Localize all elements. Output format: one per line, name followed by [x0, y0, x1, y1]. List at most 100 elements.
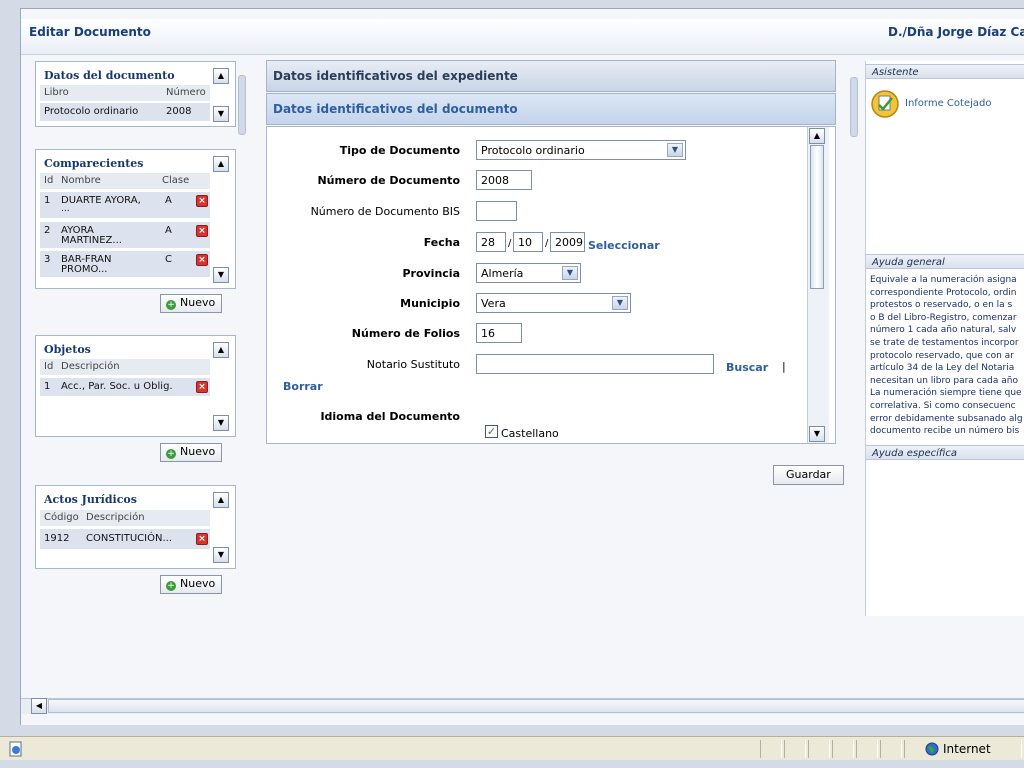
- grid-header: Libro Número: [40, 85, 210, 101]
- cell-nombre-cont: ...: [61, 204, 70, 214]
- actos-title: Actos Jurídicos: [44, 493, 137, 506]
- col-descripcion: Descripción: [86, 512, 145, 523]
- help-line: correlativa. Si como consecuenc: [870, 400, 1016, 411]
- datos-documento-title: Datos del documento: [44, 69, 175, 82]
- col-codigo: Código: [44, 512, 79, 523]
- help-line: o B del Libro-Registro, comenzar: [870, 312, 1017, 323]
- seleccionar-link[interactable]: Seleccionar: [588, 239, 660, 252]
- scroll-up-button[interactable]: ▲: [213, 342, 229, 358]
- horizontal-scroll-thumb[interactable]: [48, 699, 1024, 713]
- cell-id: 3: [44, 254, 51, 265]
- app-frame: Editar Documento D./Dña Jorge Díaz Ca Da…: [20, 8, 1024, 725]
- status-cell: [784, 740, 806, 758]
- documento-section-header[interactable]: Datos identificativos del documento: [266, 93, 836, 125]
- cell-numero: 2008: [166, 106, 192, 117]
- scroll-up-button[interactable]: ▲: [213, 492, 229, 508]
- col-numero: Número: [166, 87, 206, 98]
- provincia-select[interactable]: Almería ▼: [476, 263, 581, 283]
- table-row[interactable]: 1912 CONSTITUCIÓN... ×: [40, 529, 210, 549]
- browser-status-bar: Internet: [0, 736, 1024, 760]
- table-row[interactable]: 2 AYORA MARTINEZ... A ×: [40, 222, 210, 248]
- notario-input[interactable]: [476, 354, 714, 374]
- help-line: La numeración siempre tiene que: [870, 388, 1022, 399]
- scroll-down-button[interactable]: ▼: [213, 267, 229, 283]
- numero-documento-input[interactable]: 2008: [476, 170, 532, 190]
- cell-nombre-cont: PROMO...: [61, 264, 108, 275]
- guardar-button[interactable]: Guardar: [773, 465, 844, 485]
- help-line: se trate de testamentos incorpor: [870, 337, 1019, 348]
- col-id: Id: [44, 361, 54, 372]
- help-line: protocolo reservado, que con ar: [870, 350, 1014, 361]
- delete-icon[interactable]: ×: [196, 533, 208, 545]
- informe-cotejado-item[interactable]: Informe Cotejado: [870, 89, 1020, 119]
- check-document-icon: [871, 90, 899, 118]
- help-line: documento recibe un número bis: [870, 426, 1020, 437]
- form-scroll-down-button[interactable]: ▼: [809, 426, 825, 442]
- help-line: correspondiente Protocolo, ordin: [870, 287, 1017, 298]
- globe-icon: [925, 742, 939, 756]
- fecha-dia-input[interactable]: 28: [476, 232, 506, 252]
- cell-id: 1: [44, 381, 51, 392]
- fecha-separator: /: [508, 238, 512, 249]
- scroll-down-button[interactable]: ▼: [213, 415, 229, 431]
- user-name: D./Dña Jorge Díaz Ca: [888, 25, 1024, 39]
- cell-clase: A: [165, 195, 172, 206]
- scroll-down-button[interactable]: ▼: [213, 547, 229, 563]
- table-row[interactable]: 1 Acc., Par. Soc. u Oblig. ×: [40, 378, 210, 396]
- actos-panel: Actos Jurídicos ▲ Código Descripción 191…: [35, 485, 236, 569]
- grid-header: Id Nombre Clase: [40, 173, 210, 189]
- chevron-down-icon: ▼: [612, 296, 628, 310]
- cell-descripcion: Acc., Par. Soc. u Oblig.: [61, 381, 173, 392]
- table-row[interactable]: Protocolo ordinario 2008: [40, 103, 210, 121]
- status-cell: [856, 740, 878, 758]
- objetos-title: Objetos: [44, 343, 91, 356]
- link-separator: |: [782, 360, 786, 373]
- top-bar: [21, 19, 1024, 55]
- municipio-select[interactable]: Vera ▼: [476, 293, 631, 313]
- delete-icon[interactable]: ×: [196, 381, 208, 393]
- nuevo-objeto-button[interactable]: + Nuevo: [160, 443, 223, 462]
- expediente-section-header[interactable]: Datos identificativos del expediente: [266, 60, 836, 92]
- status-cell: [808, 740, 830, 758]
- delete-icon[interactable]: ×: [196, 195, 208, 207]
- borrar-link[interactable]: Borrar: [283, 380, 323, 393]
- table-row[interactable]: 1 DUARTE AYORA, ... A ×: [40, 192, 210, 218]
- scroll-left-button[interactable]: ◀: [31, 698, 47, 714]
- nuevo-label: Nuevo: [180, 445, 216, 458]
- folios-input[interactable]: 16: [476, 323, 522, 343]
- idioma-label: Idioma del Documento: [320, 410, 460, 423]
- numero-bis-input[interactable]: [476, 201, 517, 221]
- scroll-down-button[interactable]: ▼: [213, 106, 229, 122]
- ayuda-especifica-header: Ayuda específica: [866, 445, 1024, 460]
- tipo-documento-select[interactable]: Protocolo ordinario ▼: [476, 140, 686, 160]
- fecha-anio-input[interactable]: 2009: [550, 232, 585, 252]
- add-icon: +: [166, 581, 176, 591]
- nuevo-acto-button[interactable]: + Nuevo: [160, 575, 223, 594]
- delete-icon[interactable]: ×: [196, 225, 208, 237]
- nuevo-compareciente-button[interactable]: + Nuevo: [160, 294, 223, 313]
- delete-icon[interactable]: ×: [196, 254, 208, 266]
- form-scroll-up-button[interactable]: ▲: [809, 128, 825, 144]
- datos-documento-panel: Datos del documento ▲ Libro Número Proto…: [35, 61, 236, 127]
- numero-documento-label: Número de Documento: [317, 174, 460, 187]
- right-splitter-handle[interactable]: [850, 77, 858, 137]
- page-icon: [9, 741, 22, 757]
- fecha-separator: /: [545, 238, 549, 249]
- castellano-checkbox[interactable]: ✓: [485, 425, 498, 438]
- help-line: número 1 cada año natural, salv: [870, 325, 1017, 336]
- provincia-value: Almería: [481, 267, 524, 280]
- table-row[interactable]: 3 BAR-FRAN PROMO... C ×: [40, 251, 210, 277]
- help-line: Equivale a la numeración asigna: [870, 275, 1017, 285]
- nuevo-label: Nuevo: [180, 577, 216, 590]
- add-icon: +: [166, 449, 176, 459]
- scroll-up-button[interactable]: ▲: [213, 68, 229, 84]
- comparecientes-panel: Comparecientes ▲ Id Nombre Clase 1 DUART…: [35, 149, 236, 289]
- cell-clase: A: [165, 225, 172, 236]
- tipo-documento-value: Protocolo ordinario: [481, 144, 585, 157]
- scroll-up-button[interactable]: ▲: [213, 156, 229, 172]
- ayuda-general-header: Ayuda general: [866, 254, 1024, 269]
- form-scroll-thumb[interactable]: [810, 145, 824, 289]
- fecha-mes-input[interactable]: 10: [513, 232, 543, 252]
- buscar-link[interactable]: Buscar: [726, 361, 768, 374]
- left-splitter-handle[interactable]: [238, 75, 246, 135]
